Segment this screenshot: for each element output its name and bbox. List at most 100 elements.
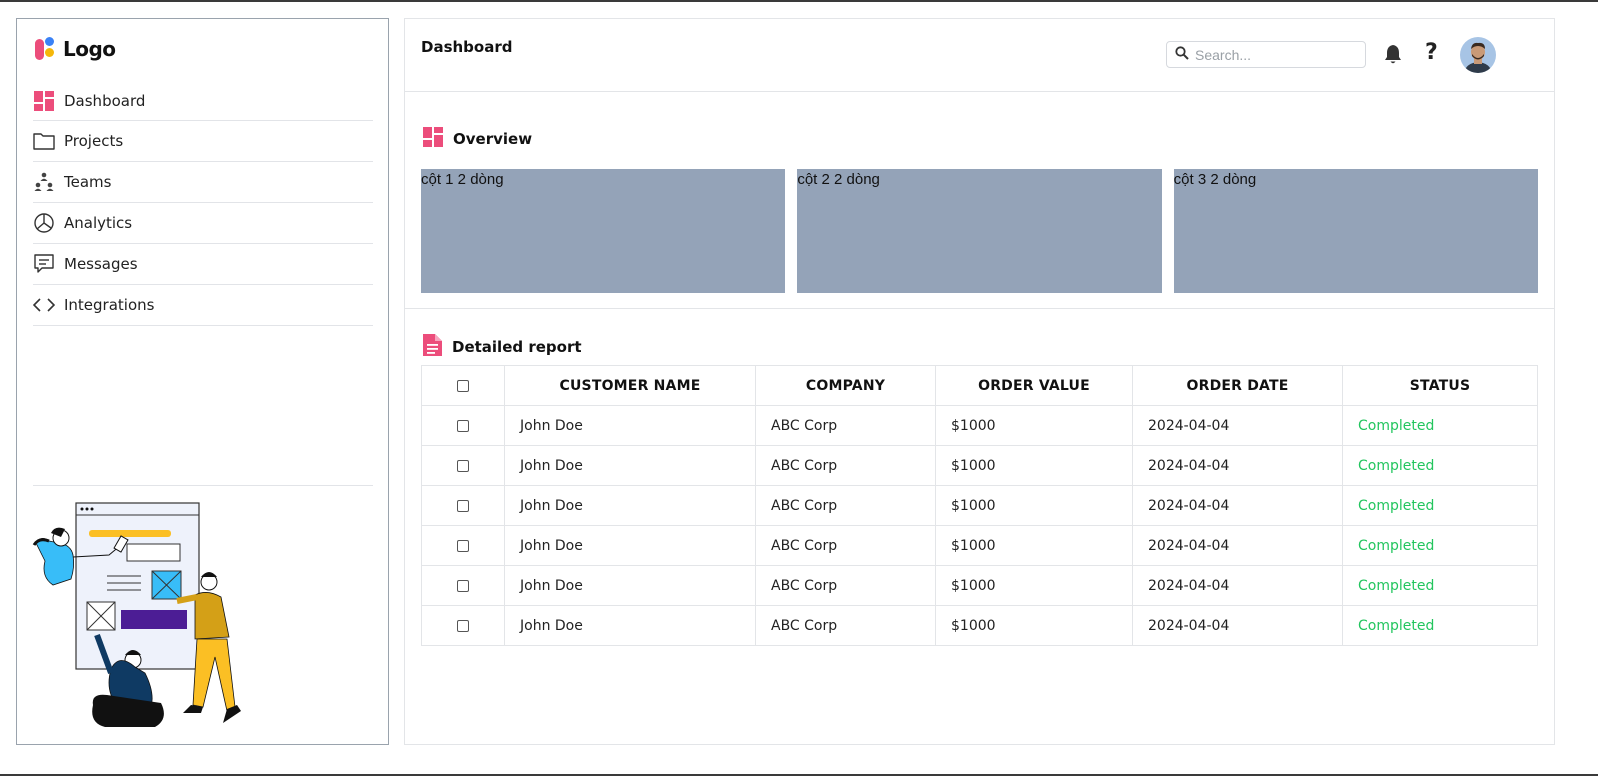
sidebar-item-label: Integrations [64, 296, 155, 314]
section-divider [405, 308, 1554, 309]
logo-icon [35, 37, 57, 61]
company-cell: ABC Corp [755, 405, 936, 446]
column-header[interactable]: ORDER VALUE [935, 365, 1133, 406]
sidebar-item-integrations[interactable]: Integrations [33, 285, 373, 326]
top-header: Dashboard ? [405, 19, 1554, 92]
table-row[interactable]: John Doe ABC Corp $1000 2024-04-04 Compl… [421, 485, 1538, 526]
report-table: CUSTOMER NAME COMPANY ORDER VALUE ORDER … [421, 365, 1538, 646]
brand-logo[interactable]: Logo [35, 37, 116, 61]
sidebar-item-label: Projects [64, 132, 124, 150]
logo-text: Logo [63, 37, 116, 61]
search-box[interactable] [1166, 41, 1366, 68]
table-row[interactable]: John Doe ABC Corp $1000 2024-04-04 Compl… [421, 405, 1538, 446]
row-checkbox[interactable] [457, 579, 469, 592]
table-row[interactable]: John Doe ABC Corp $1000 2024-04-04 Compl… [421, 565, 1538, 606]
order-value-cell: $1000 [935, 565, 1133, 606]
sidebar-item-dashboard[interactable]: Dashboard [33, 81, 373, 121]
sidebar: Logo Dashboard Projects Teams Analytics [16, 18, 389, 745]
overview-card: cột 2 2 dòng [797, 169, 1162, 293]
order-date-cell: 2024-04-04 [1132, 605, 1343, 646]
order-value-cell: $1000 [935, 445, 1133, 486]
order-date-cell: 2024-04-04 [1132, 445, 1343, 486]
sidebar-item-projects[interactable]: Projects [33, 121, 373, 162]
sidebar-item-teams[interactable]: Teams [33, 162, 373, 203]
message-icon [33, 253, 55, 275]
search-icon [1175, 45, 1189, 64]
teams-icon [33, 171, 55, 193]
overview-card: cột 1 2 dòng [421, 169, 786, 293]
dashboard-icon [33, 90, 55, 112]
sidebar-item-label: Analytics [64, 214, 133, 232]
team-illustration [32, 502, 241, 727]
folder-icon [33, 130, 55, 152]
search-input[interactable] [1195, 46, 1355, 63]
row-select-cell [421, 565, 505, 606]
column-header[interactable]: ORDER DATE [1132, 365, 1343, 406]
select-all-cell [421, 365, 505, 406]
order-value-cell: $1000 [935, 525, 1133, 566]
order-date-cell: 2024-04-04 [1132, 485, 1343, 526]
order-value-cell: $1000 [935, 605, 1133, 646]
status-cell: Completed [1342, 405, 1538, 446]
select-all-checkbox[interactable] [457, 379, 469, 392]
column-header[interactable]: STATUS [1342, 365, 1538, 406]
order-value-cell: $1000 [935, 485, 1133, 526]
order-date-cell: 2024-04-04 [1132, 525, 1343, 566]
row-select-cell [421, 525, 505, 566]
overview-heading: Overview [423, 127, 532, 151]
report-title: Detailed report [452, 338, 582, 356]
customer-name-cell: John Doe [504, 445, 756, 486]
customer-name-cell: John Doe [504, 525, 756, 566]
help-icon[interactable]: ? [1425, 40, 1438, 65]
row-select-cell [421, 605, 505, 646]
row-select-cell [421, 405, 505, 446]
page-title: Dashboard [421, 38, 513, 56]
sidebar-item-analytics[interactable]: Analytics [33, 203, 373, 244]
order-date-cell: 2024-04-04 [1132, 565, 1343, 606]
customer-name-cell: John Doe [504, 605, 756, 646]
column-header[interactable]: COMPANY [755, 365, 936, 406]
avatar[interactable] [1460, 37, 1496, 73]
customer-name-cell: John Doe [504, 485, 756, 526]
sidebar-item-messages[interactable]: Messages [33, 244, 373, 285]
sidebar-item-label: Messages [64, 255, 138, 273]
overview-card: cột 3 2 dòng [1173, 169, 1538, 293]
order-value-cell: $1000 [935, 405, 1133, 446]
row-checkbox[interactable] [457, 499, 469, 512]
company-cell: ABC Corp [755, 445, 936, 486]
company-cell: ABC Corp [755, 525, 936, 566]
status-cell: Completed [1342, 605, 1538, 646]
order-date-cell: 2024-04-04 [1132, 405, 1343, 446]
row-select-cell [421, 445, 505, 486]
dashboard-icon [423, 127, 443, 151]
row-checkbox[interactable] [457, 419, 469, 432]
table-row[interactable]: John Doe ABC Corp $1000 2024-04-04 Compl… [421, 605, 1538, 646]
sidebar-item-label: Teams [64, 173, 112, 191]
table-row[interactable]: John Doe ABC Corp $1000 2024-04-04 Compl… [421, 525, 1538, 566]
table-header-row: CUSTOMER NAME COMPANY ORDER VALUE ORDER … [421, 365, 1538, 406]
company-cell: ABC Corp [755, 485, 936, 526]
main-panel: Dashboard ? Overview cột 1 2 dòng cột 2 … [404, 18, 1555, 745]
sidebar-item-label: Dashboard [64, 91, 146, 110]
column-header[interactable]: CUSTOMER NAME [504, 365, 756, 406]
status-cell: Completed [1342, 525, 1538, 566]
company-cell: ABC Corp [755, 605, 936, 646]
row-checkbox[interactable] [457, 459, 469, 472]
overview-title: Overview [453, 130, 533, 148]
top-border [0, 0, 1598, 2]
row-checkbox[interactable] [457, 539, 469, 552]
report-heading: Detailed report [423, 334, 582, 360]
row-checkbox[interactable] [457, 619, 469, 632]
customer-name-cell: John Doe [504, 405, 756, 446]
status-cell: Completed [1342, 485, 1538, 526]
sidebar-divider [33, 485, 373, 486]
status-cell: Completed [1342, 445, 1538, 486]
pie-chart-icon [33, 212, 55, 234]
table-row[interactable]: John Doe ABC Corp $1000 2024-04-04 Compl… [421, 445, 1538, 486]
code-icon [33, 294, 55, 316]
sidebar-nav: Dashboard Projects Teams Analytics Messa… [33, 81, 373, 326]
overview-cards: cột 1 2 dòng cột 2 2 dòng cột 3 2 dòng [421, 169, 1538, 293]
company-cell: ABC Corp [755, 565, 936, 606]
notification-bell-icon[interactable] [1382, 43, 1404, 69]
document-icon [423, 334, 442, 360]
